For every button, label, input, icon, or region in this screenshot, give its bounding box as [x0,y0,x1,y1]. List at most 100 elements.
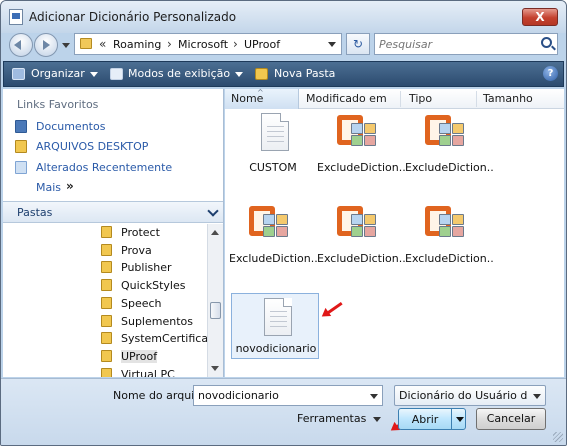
open-options-chevron-down-icon[interactable] [456,417,464,422]
tree-item-label: Prova [121,244,152,257]
tree-item-label: UProof [121,350,158,363]
recent-changes-icon [15,161,27,174]
folder-icon [101,244,112,256]
tree-item-label: Virtual PC [121,368,175,377]
search-icon[interactable] [541,37,552,48]
folder-icon [101,315,112,327]
file-item-exclude-dictionary[interactable]: ExcludeDiction... [229,204,317,284]
breadcrumb-separator-icon[interactable]: › [167,37,172,51]
column-divider[interactable] [400,91,401,107]
column-header-type[interactable]: Tipo [409,92,432,105]
split-divider [451,409,452,429]
folder-icon [101,368,112,377]
close-button[interactable]: X [522,8,558,26]
breadcrumb-microsoft[interactable]: Microsoft [178,38,228,51]
dictionary-doc-icon [9,9,23,25]
cancel-button[interactable]: Cancelar [476,408,546,430]
refresh-button[interactable]: ↻ [346,33,370,55]
file-name: ExcludeDiction... [405,252,493,265]
office-file-icon [337,113,379,153]
organize-button[interactable]: Organizar [31,67,85,80]
help-icon[interactable]: ? [543,66,558,81]
address-chevron-down-icon[interactable] [328,42,336,47]
organize-chevron-down-icon[interactable] [90,72,98,77]
folder-icon [101,261,112,273]
file-item-novodicionario[interactable]: novodicionario [231,293,319,359]
resize-grip-icon[interactable] [553,432,563,442]
breadcrumb-roaming[interactable]: Roaming [113,38,161,51]
file-item-exclude-dictionary[interactable]: ExcludeDiction... [405,113,493,193]
chevrons-icon[interactable]: « [99,37,106,51]
file-name: ExcludeDiction... [229,252,317,265]
favorites-heading: Links Favoritos [17,98,99,111]
open-button-label: Abrir [411,413,439,426]
back-button[interactable] [9,33,33,57]
forward-button[interactable] [34,33,58,57]
folders-toggle[interactable]: Pastas [3,201,223,223]
filetype-select[interactable]: Dicionário do Usuário do Microsoft [394,385,546,406]
folder-tree-scrollbar[interactable] [207,224,223,377]
views-chevron-down-icon[interactable] [235,72,243,77]
scrollbar-thumb[interactable] [210,302,221,319]
breadcrumb-separator-icon[interactable]: › [233,37,238,51]
office-file-icon [425,204,467,244]
command-toolbar: Organizar Modos de exibição Nova Pasta ? [3,61,564,87]
open-button[interactable]: Abrir [398,408,466,430]
office-file-icon [249,204,291,244]
address-bar[interactable]: « Roaming › Microsoft › UProof [74,33,342,55]
tree-item-label: Speech [121,297,162,310]
file-list-pane: Nome ^ Modificado em Tipo Tamanho CUSTOM [225,88,564,377]
new-folder-icon [255,68,268,80]
file-name: ExcludeDiction... [317,161,405,174]
filename-input[interactable] [198,388,358,403]
file-name: novodicionario [235,342,317,355]
filename-chevron-down-icon[interactable] [370,394,378,399]
tree-item-label: Publisher [121,261,172,274]
tree-item-label: Suplementos [121,315,193,328]
folder-icon [101,279,112,291]
filename-combobox[interactable] [193,385,383,406]
views-button[interactable]: Modos de exibição [128,67,230,80]
column-header-size[interactable]: Tamanho [483,92,533,105]
search-box[interactable] [374,33,558,55]
folder-icon [101,297,112,309]
tools-chevron-down-icon[interactable] [373,417,381,422]
window-title: Adicionar Dicionário Personalizado [29,10,237,24]
text-document-icon [264,298,292,336]
column-header-modified[interactable]: Modificado em [306,92,387,105]
file-item-custom[interactable]: CUSTOM [229,113,317,193]
file-item-exclude-dictionary[interactable]: ExcludeDiction... [317,204,405,284]
tools-button[interactable]: Ferramentas [297,412,366,425]
filetype-chevron-down-icon[interactable] [533,394,541,399]
navigation-pane: Links Favoritos Documentos ARQUIVOS DESK… [3,89,224,377]
organize-icon [12,68,25,80]
file-name: ExcludeDiction... [405,161,493,174]
folder-icon [101,332,112,344]
annotation-arrow-icon [326,301,343,315]
search-input[interactable] [379,36,529,52]
column-header-name[interactable]: Nome ^ [225,88,299,109]
more-favorites-link[interactable]: Mais [36,181,61,194]
tree-item-label: QuickStyles [121,279,186,292]
chevron-down-icon[interactable] [207,205,219,217]
scroll-up-icon[interactable] [211,230,219,235]
title-bar[interactable]: Adicionar Dicionário Personalizado X [1,1,566,33]
breadcrumb-uproof[interactable]: UProof [244,38,280,51]
file-item-exclude-dictionary[interactable]: ExcludeDiction... [405,204,493,284]
folder-icon [15,140,27,153]
folder-icon [101,226,112,238]
tree-item-label: SystemCertificates [121,332,207,345]
scroll-down-icon[interactable] [211,366,219,371]
views-icon [110,68,123,80]
tree-item-label: Protect [121,226,160,239]
office-file-icon [425,113,467,153]
bottom-panel: Nome do arquivo: Dicionário do Usuário d… [1,378,566,445]
new-folder-button[interactable]: Nova Pasta [274,67,335,80]
column-divider[interactable] [476,91,477,107]
double-chevron-icon[interactable]: » [66,179,74,193]
file-item-exclude-dictionary[interactable]: ExcludeDiction... [317,113,405,193]
column-headers: Nome ^ Modificado em Tipo Tamanho [225,88,564,109]
recent-locations-chevron-down-icon[interactable] [62,43,70,48]
folder-tree: Protect Prova Publisher QuickStyles Spee… [3,224,207,377]
office-file-icon [337,204,379,244]
